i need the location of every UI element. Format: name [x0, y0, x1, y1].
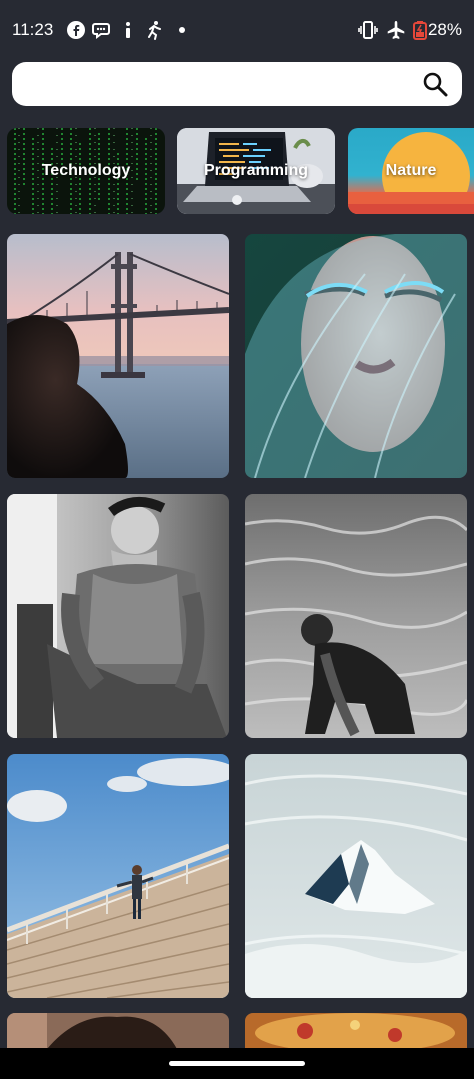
photo-stairs-man[interactable] [7, 754, 229, 998]
photo-bridge-woman[interactable] [7, 234, 229, 478]
category-programming[interactable]: Programming [177, 128, 335, 214]
battery-icon [413, 21, 427, 40]
category-technology[interactable]: Technology [7, 128, 165, 214]
facebook-icon [67, 21, 85, 39]
search-input[interactable] [26, 62, 410, 108]
photo-snow-mountain[interactable] [245, 754, 467, 998]
info-icon [126, 22, 130, 38]
photo-food-partial[interactable] [245, 1013, 467, 1049]
category-label: Programming [203, 162, 308, 179]
photo-portrait-partial[interactable] [7, 1013, 229, 1049]
home-gesture-handle[interactable] [169, 1061, 305, 1066]
airplane-icon [387, 21, 405, 39]
status-time: 11:23 [12, 20, 54, 39]
battery-percentage: 28% [427, 20, 462, 39]
chat-icon [92, 23, 110, 39]
photo-veiled-woman[interactable] [245, 234, 467, 478]
dot-icon [179, 27, 185, 33]
status-bar: 11:23 28% [0, 0, 474, 60]
running-icon [148, 21, 161, 40]
photo-tattooed-woman[interactable] [7, 494, 229, 738]
category-nature[interactable]: Nature [348, 128, 474, 214]
category-label: Technology [41, 162, 131, 179]
vibrate-icon [358, 21, 378, 39]
photo-beach-woman[interactable] [245, 494, 467, 738]
category-label: Nature [385, 162, 437, 179]
search-icon[interactable] [422, 71, 448, 97]
search-bar [12, 62, 462, 108]
